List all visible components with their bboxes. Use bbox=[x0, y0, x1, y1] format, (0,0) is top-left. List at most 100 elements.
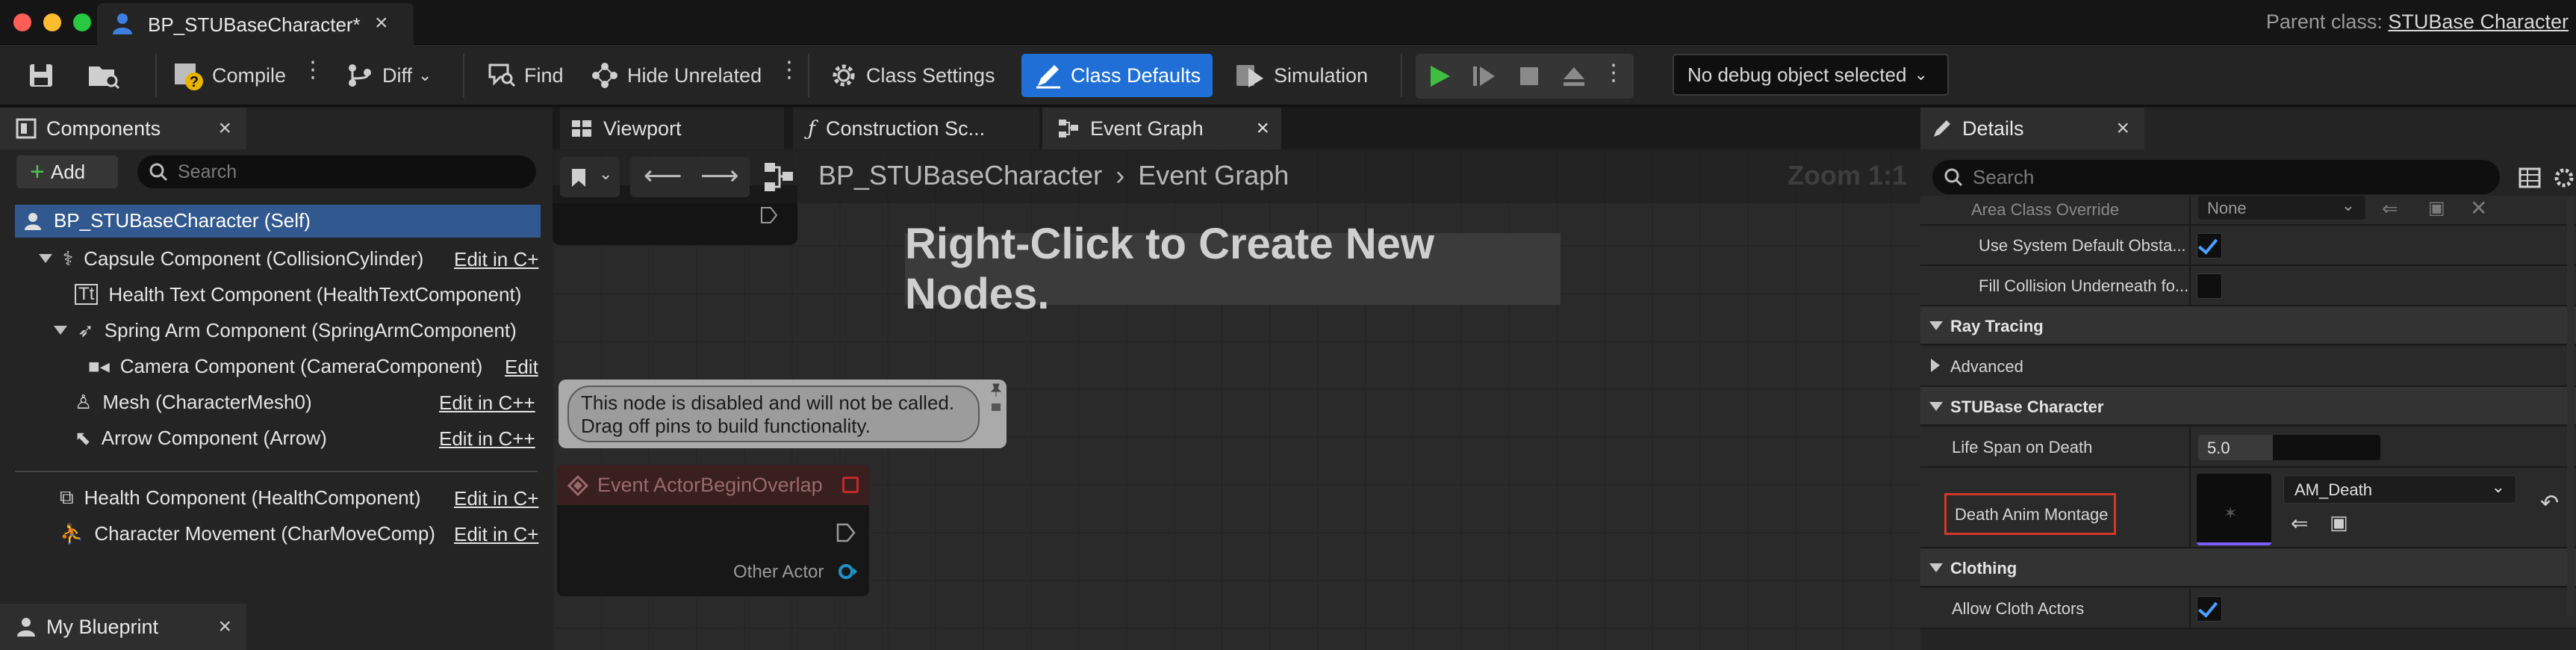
tree-item-character-movement[interactable]: ⛹ Character Movement (CharMoveComp) bbox=[60, 517, 435, 550]
tab-event-graph[interactable]: Event Graph × bbox=[1042, 108, 1281, 149]
area-class-select[interactable]: None ⌄ bbox=[2198, 196, 2365, 220]
death-anim-select[interactable]: AM_Death ⌄ bbox=[2283, 475, 2516, 504]
back-arrow-icon[interactable]: ⟵ bbox=[644, 160, 682, 191]
debug-object-select[interactable]: No debug object selected ⌄ bbox=[1673, 54, 1949, 96]
pin-comment-icon[interactable] bbox=[989, 383, 1004, 397]
use-system-default-checkbox[interactable] bbox=[2197, 233, 2222, 259]
use-selected-icon[interactable]: ⇐ bbox=[2291, 511, 2308, 536]
exec-output-pin-icon[interactable] bbox=[835, 521, 857, 544]
edit-in-cpp-link[interactable]: Edit in C+ bbox=[454, 523, 538, 546]
close-icon[interactable]: × bbox=[218, 116, 231, 141]
tree-item-arrow[interactable]: ⬉ Arrow Component (Arrow) bbox=[75, 421, 327, 454]
tree-item-health-text[interactable]: Tt Health Text Component (HealthTextComp… bbox=[75, 278, 521, 311]
asset-thumbnail[interactable]: ✶ bbox=[2197, 474, 2271, 545]
delegate-pin-icon[interactable] bbox=[842, 477, 859, 493]
document-tab[interactable]: BP_STUBaseCharacter* × bbox=[97, 3, 414, 45]
tab-viewport[interactable]: Viewport bbox=[560, 108, 784, 149]
play-icon[interactable] bbox=[1426, 63, 1453, 90]
category-stubase-character[interactable]: STUBase Character bbox=[1920, 387, 2576, 426]
close-icon[interactable]: × bbox=[1256, 116, 1269, 141]
edit-in-cpp-link[interactable]: Edit bbox=[505, 356, 538, 379]
comment-line: Drag off pins to build functionality. bbox=[581, 415, 871, 437]
play-options-icon[interactable]: ⋮ bbox=[1602, 60, 1625, 86]
class-settings-label: Class Settings bbox=[866, 64, 995, 87]
object-pin-icon[interactable] bbox=[836, 560, 859, 583]
reset-to-default-icon[interactable]: ↶ bbox=[2540, 490, 2559, 516]
compile-options-icon[interactable]: ⋮ bbox=[302, 57, 324, 83]
debug-object-value: No debug object selected bbox=[1687, 63, 1907, 86]
find-label: Find bbox=[524, 64, 564, 87]
advanced-row[interactable]: Advanced bbox=[1920, 347, 2576, 387]
montage-icon: ✶ bbox=[2224, 504, 2238, 522]
edit-in-cpp-link[interactable]: Edit in C+ bbox=[454, 487, 538, 510]
tree-item-label: Health Component (HealthComponent) bbox=[84, 486, 421, 509]
details-search-input[interactable]: Search bbox=[1932, 160, 2500, 194]
tab-details[interactable]: Details × bbox=[1920, 108, 2144, 149]
table-view-icon[interactable] bbox=[2518, 166, 2542, 190]
compile-button[interactable]: ? Compile bbox=[172, 58, 286, 93]
category-clothing[interactable]: Clothing bbox=[1920, 548, 2576, 587]
forward-arrow-icon[interactable]: ⟶ bbox=[700, 160, 739, 191]
save-button[interactable] bbox=[27, 58, 63, 93]
breadcrumb-root[interactable]: BP_STUBaseCharacter bbox=[818, 160, 1102, 191]
life-span-input[interactable]: 5.0 bbox=[2198, 435, 2380, 460]
tree-item-health-component[interactable]: ⧉ Health Component (HealthComponent) bbox=[60, 481, 421, 514]
browse-button[interactable] bbox=[87, 58, 128, 93]
tab-label: Event Graph bbox=[1090, 117, 1204, 140]
close-tab-icon[interactable]: × bbox=[375, 10, 388, 36]
components-tab-label: Components bbox=[46, 117, 161, 140]
expand-arrow-icon[interactable] bbox=[54, 326, 67, 335]
fill-collision-checkbox[interactable] bbox=[2197, 273, 2222, 299]
edit-in-cpp-link[interactable]: Edit in C++ bbox=[439, 391, 535, 415]
tab-construction-script[interactable]: ƒ Construction Sc... bbox=[793, 108, 1039, 149]
parent-class-label: Parent class: bbox=[2265, 10, 2383, 33]
tree-item-camera[interactable]: ■◂ Camera Component (CameraComponent) bbox=[88, 350, 482, 383]
exec-pin-icon[interactable] bbox=[759, 205, 780, 226]
use-selected-icon[interactable]: ⇐ bbox=[2382, 197, 2398, 220]
parent-class: Parent class: STUBase Character bbox=[2266, 10, 2569, 34]
clear-icon[interactable]: ✕ bbox=[2470, 196, 2487, 220]
add-component-button[interactable]: + Add bbox=[16, 155, 118, 188]
edit-in-cpp-link[interactable]: Edit in C++ bbox=[439, 427, 535, 451]
close-icon[interactable]: × bbox=[218, 614, 231, 640]
category-ray-tracing[interactable]: Ray Tracing bbox=[1920, 306, 2576, 345]
event-graph-canvas[interactable]: ⌄ ⟵ ⟶ BP_STUBaseCharacter › Event Graph … bbox=[553, 149, 1920, 650]
settings-gear-icon[interactable] bbox=[2552, 166, 2575, 190]
allow-cloth-checkbox[interactable] bbox=[2197, 596, 2222, 622]
stop-icon[interactable] bbox=[1516, 63, 1543, 90]
components-search-input[interactable]: Search bbox=[137, 155, 536, 188]
chevron-down-icon: ⌄ bbox=[2491, 477, 2505, 496]
class-settings-button[interactable]: Class Settings bbox=[829, 58, 995, 93]
tab-components[interactable]: Components × bbox=[0, 108, 246, 149]
tree-item-capsule[interactable]: ⚕ Capsule Component (CollisionCylinder) bbox=[39, 242, 423, 275]
step-icon[interactable] bbox=[1471, 63, 1498, 90]
close-window-button[interactable] bbox=[13, 13, 31, 31]
parent-class-link[interactable]: STUBase Character bbox=[2388, 10, 2569, 33]
bookmark-button[interactable]: ⌄ bbox=[560, 157, 620, 197]
tab-my-blueprint[interactable]: My Blueprint × bbox=[0, 604, 246, 650]
simulation-button[interactable]: Simulation bbox=[1233, 58, 1368, 93]
close-icon[interactable]: × bbox=[2116, 116, 2129, 141]
minimize-window-button[interactable] bbox=[43, 13, 61, 31]
graph-hierarchy-icon[interactable] bbox=[763, 161, 796, 193]
find-button[interactable]: Find bbox=[487, 58, 564, 93]
history-navigation: ⟵ ⟶ bbox=[630, 157, 750, 197]
edit-in-cpp-link[interactable]: Edit in C+ bbox=[454, 248, 538, 271]
browse-icon[interactable]: ▣ bbox=[2428, 197, 2445, 219]
details-scrollbar[interactable] bbox=[2567, 197, 2575, 616]
expand-arrow-icon[interactable] bbox=[39, 254, 52, 263]
browse-icon[interactable]: ▣ bbox=[2330, 511, 2348, 534]
tree-item-self[interactable]: BP_STUBaseCharacter (Self) bbox=[15, 205, 541, 238]
arrow-component-icon: ⬉ bbox=[75, 426, 91, 449]
event-actor-begin-overlap-node[interactable]: Event ActorBeginOverlap Other Actor bbox=[556, 463, 871, 598]
class-defaults-button[interactable]: Class Defaults bbox=[1021, 54, 1213, 97]
tree-item-label: Health Text Component (HealthTextCompone… bbox=[108, 282, 522, 306]
eject-icon[interactable] bbox=[1561, 63, 1587, 90]
disabled-node-comment[interactable]: This node is disabled and will not be ca… bbox=[559, 380, 1007, 448]
tree-item-mesh[interactable]: ♙ Mesh (CharacterMesh0) bbox=[75, 386, 312, 418]
tree-item-spring-arm[interactable]: ➶ Spring Arm Component (SpringArmCompone… bbox=[54, 314, 517, 347]
hide-unrelated-button[interactable]: Hide Unrelated bbox=[590, 58, 762, 93]
hide-unrelated-options-icon[interactable]: ⋮ bbox=[778, 57, 800, 83]
diff-button[interactable]: Diff ⌄ bbox=[345, 58, 432, 93]
maximize-window-button[interactable] bbox=[73, 13, 91, 31]
